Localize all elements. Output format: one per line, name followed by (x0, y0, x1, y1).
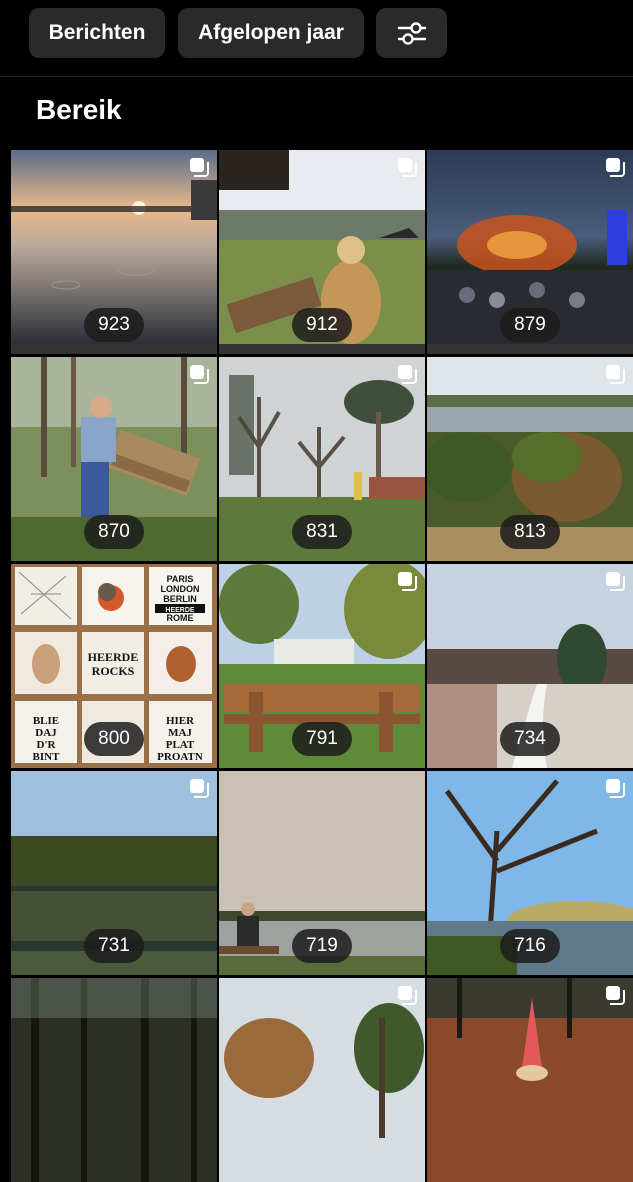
period-filter-button[interactable]: Afgelopen jaar (178, 8, 364, 58)
svg-text:ROCKS: ROCKS (92, 664, 135, 678)
svg-text:BERLIN: BERLIN (163, 594, 197, 604)
sliders-icon (397, 22, 426, 45)
multiple-photos-icon (398, 572, 417, 591)
svg-text:PROATN: PROATN (157, 751, 203, 763)
reach-count-badge: 791 (292, 722, 352, 756)
reach-count-badge: 719 (292, 929, 352, 963)
multiple-photos-icon (606, 572, 625, 591)
multiple-photos-icon (606, 158, 625, 177)
svg-text:MAJ: MAJ (168, 727, 192, 739)
multiple-photos-icon (606, 365, 625, 384)
post-grid: 923 912 879 870 831 813 PARIS LONDON BER… (11, 150, 633, 1182)
reach-count-badge: 912 (292, 308, 352, 342)
multiple-photos-icon (398, 986, 417, 1005)
multiple-photos-icon (190, 365, 209, 384)
post-tile[interactable]: 912 (219, 150, 425, 354)
post-tile[interactable]: 879 (427, 150, 633, 354)
svg-text:BLIE: BLIE (33, 715, 59, 727)
post-photo (11, 978, 217, 1182)
post-tile[interactable]: 813 (427, 357, 633, 561)
post-tile[interactable]: 831 (219, 357, 425, 561)
post-tile[interactable] (427, 978, 633, 1182)
svg-text:DAJ: DAJ (35, 727, 57, 739)
svg-text:D'R: D'R (37, 739, 57, 751)
multiple-photos-icon (606, 986, 625, 1005)
reach-count-badge: 879 (500, 308, 560, 342)
reach-count-badge: 923 (84, 308, 144, 342)
reach-count-badge: 731 (84, 929, 144, 963)
post-tile[interactable]: 734 (427, 564, 633, 768)
post-tile[interactable] (11, 978, 217, 1182)
multiple-photos-icon (398, 158, 417, 177)
svg-text:PLAT: PLAT (166, 739, 195, 751)
svg-text:HIER: HIER (166, 715, 195, 727)
multiple-photos-icon (190, 158, 209, 177)
post-tile[interactable]: PARIS LONDON BERLIN HEERDE ROME HEERDE R… (11, 564, 217, 768)
post-tile[interactable]: 923 (11, 150, 217, 354)
reach-count-badge: 716 (500, 929, 560, 963)
content-type-filter-button[interactable]: Berichten (29, 8, 165, 58)
post-tile[interactable]: 719 (219, 771, 425, 975)
svg-text:ROME: ROME (167, 613, 194, 623)
filter-bar: Berichten Afgelopen jaar (0, 0, 633, 77)
post-tile[interactable]: 731 (11, 771, 217, 975)
filter-settings-button[interactable] (376, 8, 447, 58)
post-tile[interactable]: 716 (427, 771, 633, 975)
post-photo (427, 978, 633, 1182)
reach-count-badge: 734 (500, 722, 560, 756)
post-tile[interactable]: 791 (219, 564, 425, 768)
reach-count-badge: 870 (84, 515, 144, 549)
post-tile[interactable]: 870 (11, 357, 217, 561)
reach-count-badge: 813 (500, 515, 560, 549)
section-title: Bereik (36, 94, 122, 125)
svg-text:HEERDE: HEERDE (88, 650, 139, 664)
post-tile[interactable] (219, 978, 425, 1182)
multiple-photos-icon (190, 779, 209, 798)
multiple-photos-icon (606, 779, 625, 798)
reach-count-badge: 800 (84, 722, 144, 756)
svg-text:BINT: BINT (33, 751, 61, 763)
reach-count-badge: 831 (292, 515, 352, 549)
post-photo (219, 978, 425, 1182)
svg-text:PARIS: PARIS (167, 574, 194, 584)
svg-text:LONDON: LONDON (161, 584, 200, 594)
multiple-photos-icon (398, 365, 417, 384)
